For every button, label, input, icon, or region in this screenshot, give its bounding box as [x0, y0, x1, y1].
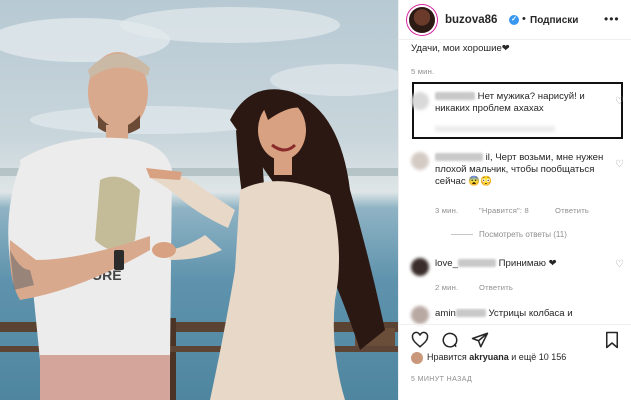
share-send-icon[interactable] [471, 331, 489, 349]
comment-avatar[interactable] [411, 152, 429, 170]
post-photo[interactable]: URE [0, 0, 398, 400]
bookmark-save-icon[interactable] [603, 331, 621, 349]
commenter-name-visible[interactable]: love_ [435, 258, 458, 269]
post-actions-bar [399, 324, 631, 354]
commenter-name-blurred[interactable] [457, 259, 496, 268]
comment-3-time: 2 мин. [435, 283, 459, 292]
reply-button[interactable]: Ответить [555, 206, 589, 215]
woman-figure [146, 89, 385, 400]
photo-illustration: URE [0, 7, 398, 400]
replies-line-divider [451, 234, 473, 236]
post-side-panel: buzova86 ✓ • Подписки ••• Удачи, мои хор… [398, 0, 631, 400]
more-options-icon[interactable]: ••• [604, 12, 620, 26]
author-avatar[interactable] [409, 7, 435, 33]
likes-suffix: и ещё 10 156 [511, 352, 567, 362]
post-timestamp: 5 МИНУТ НАЗАД [411, 376, 473, 383]
separator-dot: • [522, 13, 526, 25]
comment-bubble-icon[interactable] [441, 331, 459, 349]
comment-1-meta-blurred [435, 126, 555, 132]
author-username[interactable]: buzova86 [445, 14, 497, 26]
comment-2-likes[interactable]: "Нравится": 8 [479, 206, 529, 215]
view-replies-label: Посмотреть ответы (11) [479, 230, 567, 239]
post-header: buzova86 ✓ • Подписки ••• [399, 0, 631, 40]
commenter-name-visible[interactable]: amin [435, 308, 456, 319]
like-heart-icon[interactable] [411, 331, 429, 349]
comment-avatar[interactable] [411, 92, 429, 110]
comment-2-time: 3 мин. [435, 206, 459, 215]
likes-summary[interactable]: Нравится akryuana и ещё 10 156 [427, 352, 566, 362]
like-comment-icon[interactable]: ♡ [615, 260, 625, 270]
commenter-name-blurred[interactable] [435, 92, 475, 101]
comment-3-text: Принимаю ❤ [498, 258, 557, 269]
caption-text: Удачи, мои хорошие❤ [411, 43, 510, 54]
commenter-name-blurred[interactable] [455, 309, 486, 318]
like-comment-icon[interactable]: ♡ [615, 160, 625, 170]
comment-1: Нет мужика? нарисуй! и никаких проблем а… [435, 91, 605, 115]
like-comment-icon[interactable]: ♡ [615, 97, 625, 107]
comment-avatar[interactable] [411, 258, 429, 276]
caption-time: 5 мин. [411, 67, 435, 76]
likes-prefix: Нравится [427, 352, 467, 362]
comment-4: amin Устрицы колбаса и [435, 308, 607, 320]
verified-badge-icon: ✓ [509, 15, 519, 25]
commenter-name-visible[interactable]: il [486, 152, 490, 163]
liker-avatar[interactable] [411, 352, 423, 364]
comment-3: love_ Принимаю ❤ [435, 258, 607, 270]
comment-2: il, Черт возьми, мне нужен плохой мальчи… [435, 152, 604, 187]
view-replies-button[interactable]: Посмотреть ответы (11) [451, 230, 567, 239]
reply-button[interactable]: Ответить [479, 283, 513, 292]
comment-4-text: Устрицы колбаса и [488, 308, 573, 319]
liker-username[interactable]: akryuana [469, 352, 509, 362]
commenter-name-blurred[interactable] [435, 153, 483, 162]
comment-avatar[interactable] [411, 306, 429, 324]
following-button[interactable]: Подписки [530, 15, 578, 26]
